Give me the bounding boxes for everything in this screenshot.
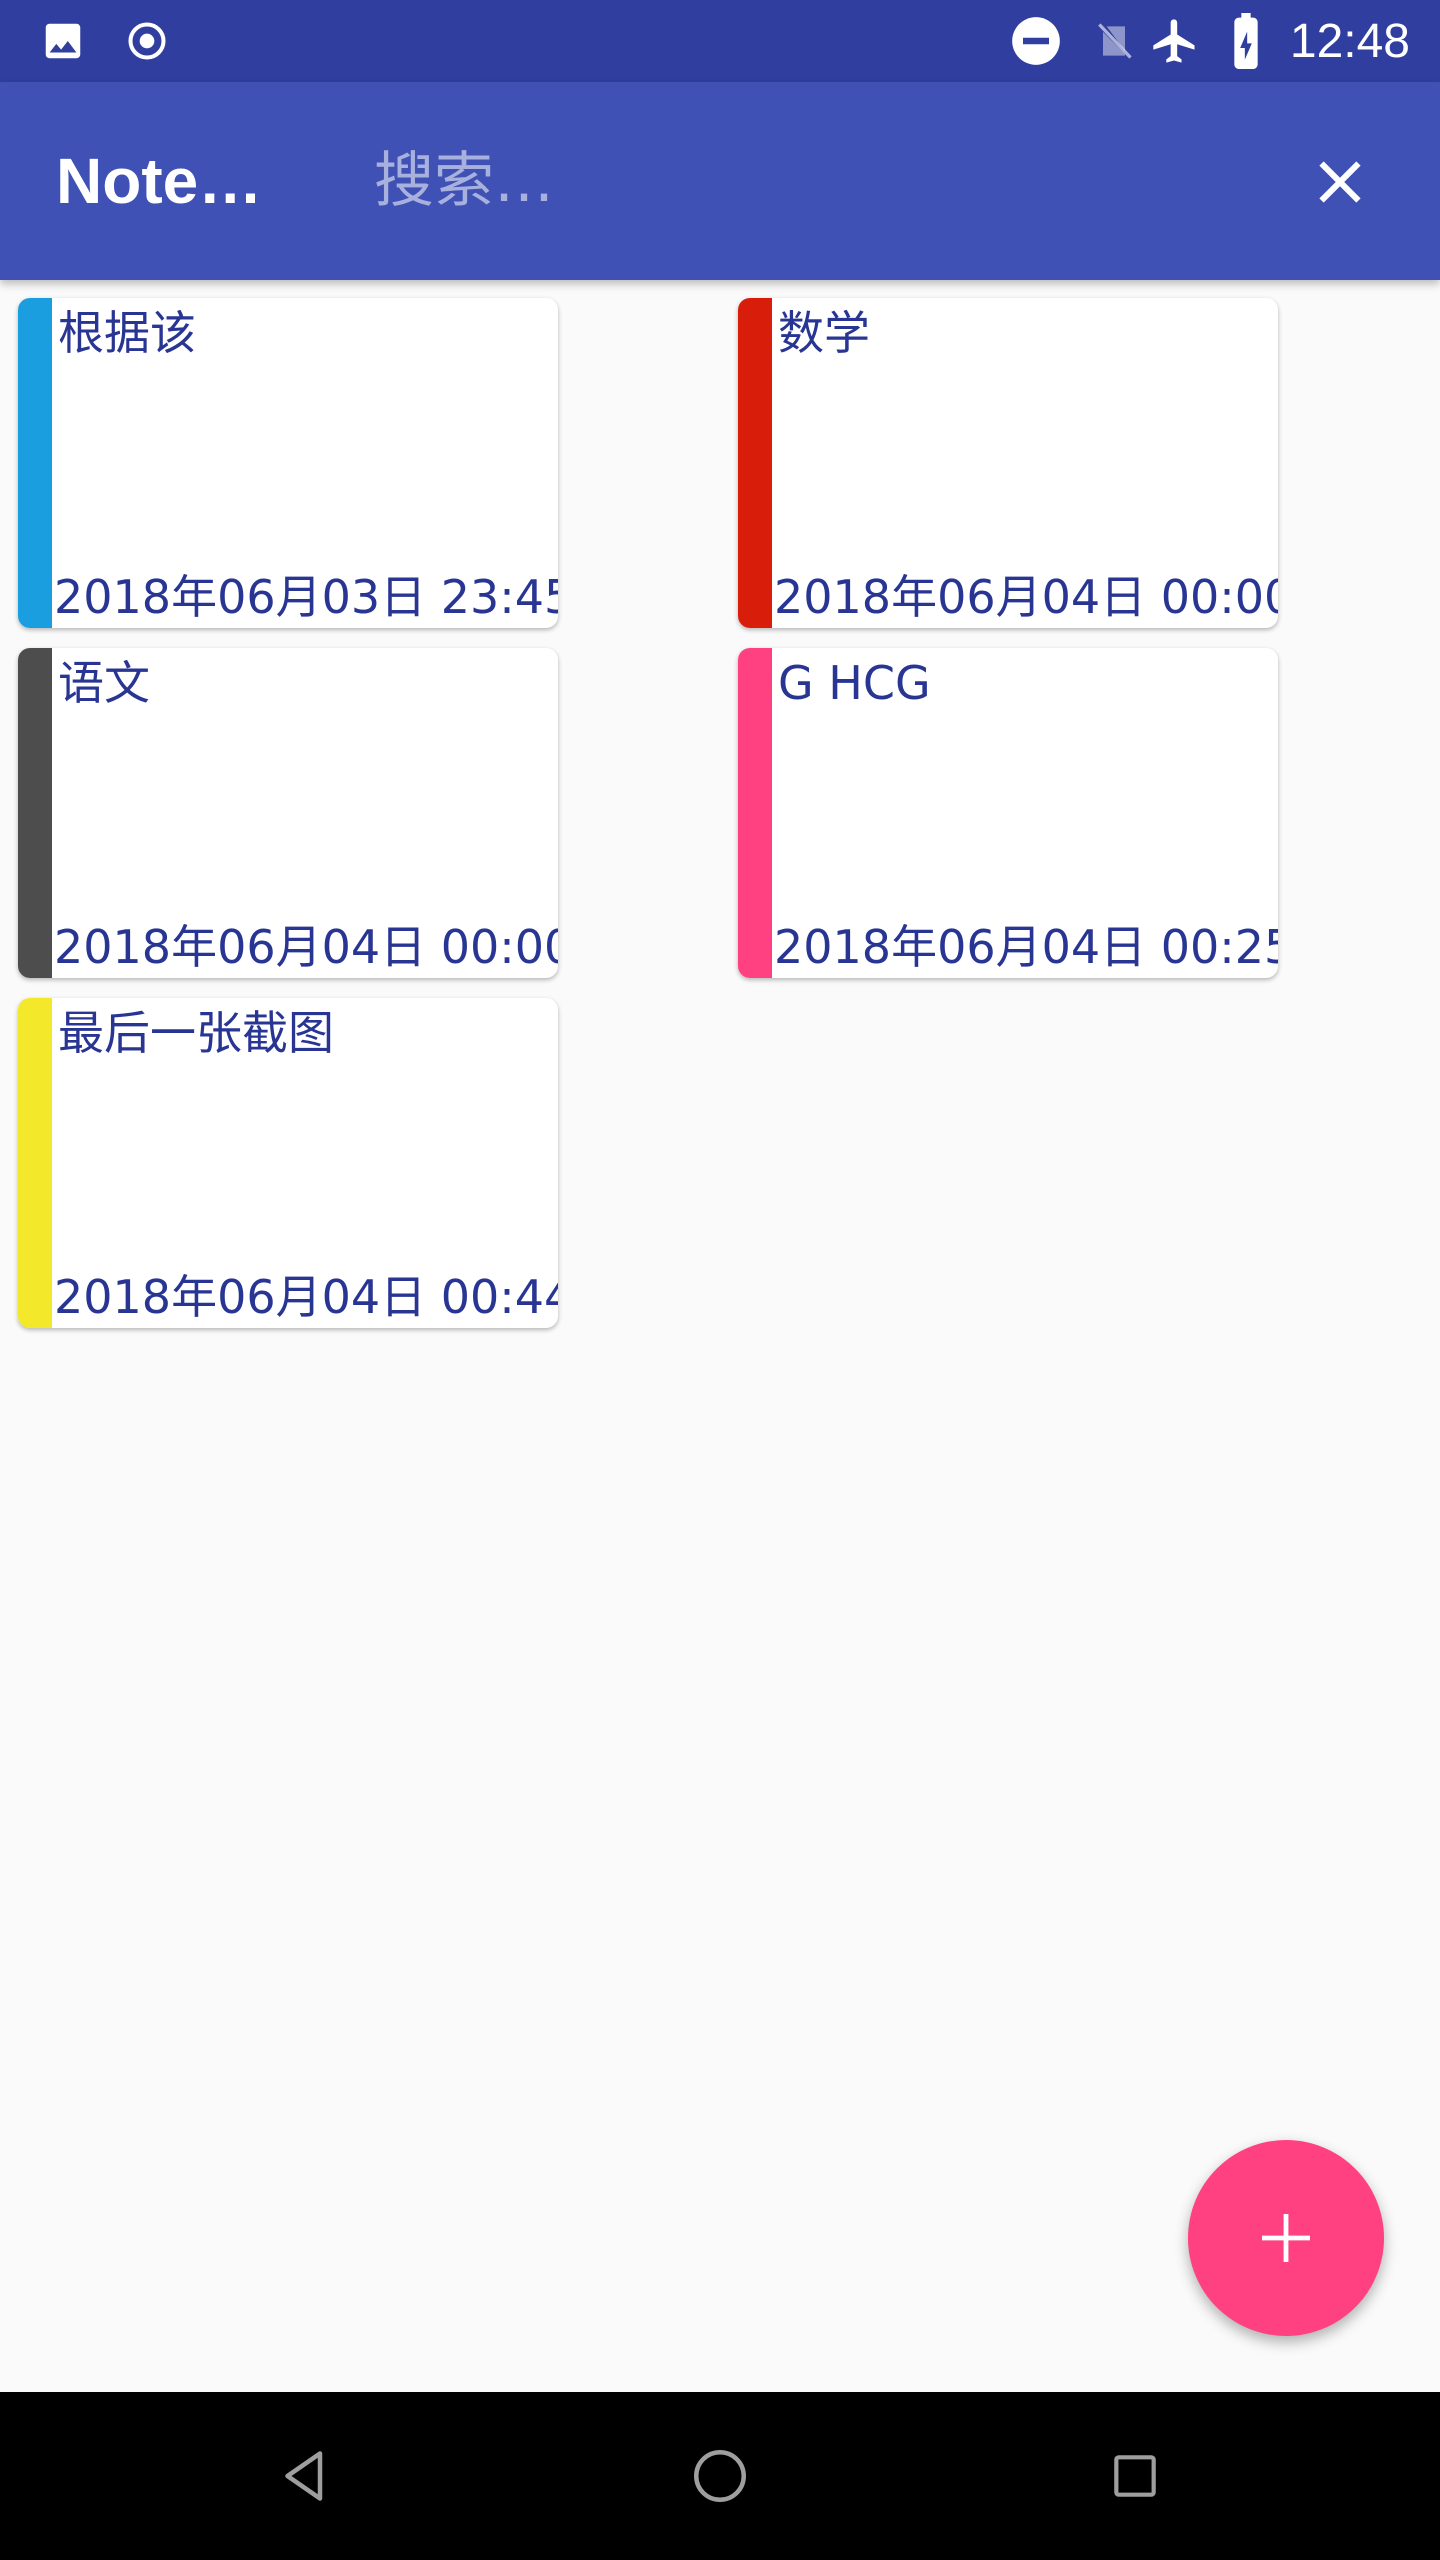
no-sim-icon (1090, 0, 1138, 82)
home-icon (694, 2450, 746, 2502)
note-timestamp: 2018年06月04日 00:25 (774, 920, 1278, 975)
back-icon (285, 2451, 323, 2501)
home-button[interactable] (640, 2392, 800, 2560)
note-title: 数学 (778, 306, 870, 360)
add-note-button[interactable] (1188, 2140, 1384, 2336)
navigation-bar (0, 2392, 1440, 2560)
close-search-button[interactable] (1290, 132, 1390, 232)
image-icon (38, 0, 88, 82)
note-timestamp: 2018年06月04日 00:00 (54, 920, 558, 975)
search-input[interactable] (374, 132, 1274, 230)
note-timestamp: 2018年06月04日 00:44 (54, 1270, 558, 1325)
note-card[interactable]: 语文 2018年06月04日 00:00 (18, 648, 558, 978)
note-card[interactable]: G HCG 2018年06月04日 00:25 (738, 648, 1278, 978)
recents-icon (1114, 2455, 1156, 2497)
note-timestamp: 2018年06月04日 00:00 (774, 570, 1278, 625)
do-not-disturb-icon (1010, 0, 1062, 82)
battery-charging-icon (1226, 0, 1266, 82)
note-color-bar (18, 998, 52, 1328)
note-title: 根据该 (58, 306, 196, 360)
note-timestamp: 2018年06月03日 23:45 (54, 570, 558, 625)
status-bar: 12:48 (0, 0, 1440, 82)
record-icon (122, 0, 172, 82)
note-title: 最后一张截图 (58, 1006, 334, 1060)
back-button[interactable] (225, 2392, 385, 2560)
note-card[interactable]: 数学 2018年06月04日 00:00 (738, 298, 1278, 628)
note-color-bar (18, 648, 52, 978)
note-color-bar (738, 298, 772, 628)
airplane-mode-icon (1148, 0, 1202, 82)
note-card[interactable]: 根据该 2018年06月03日 23:45 (18, 298, 558, 628)
note-color-bar (738, 648, 772, 978)
recents-button[interactable] (1055, 2392, 1215, 2560)
note-title: 语文 (58, 656, 150, 710)
note-title: G HCG (778, 656, 931, 710)
status-time: 12:48 (1289, 14, 1410, 68)
add-icon (1262, 2214, 1310, 2262)
note-card[interactable]: 最后一张截图 2018年06月04日 00:44 (18, 998, 558, 1328)
close-icon (1319, 161, 1361, 203)
note-color-bar (18, 298, 52, 628)
app-bar: Note… (0, 82, 1440, 280)
app-title: Note… (56, 145, 263, 217)
